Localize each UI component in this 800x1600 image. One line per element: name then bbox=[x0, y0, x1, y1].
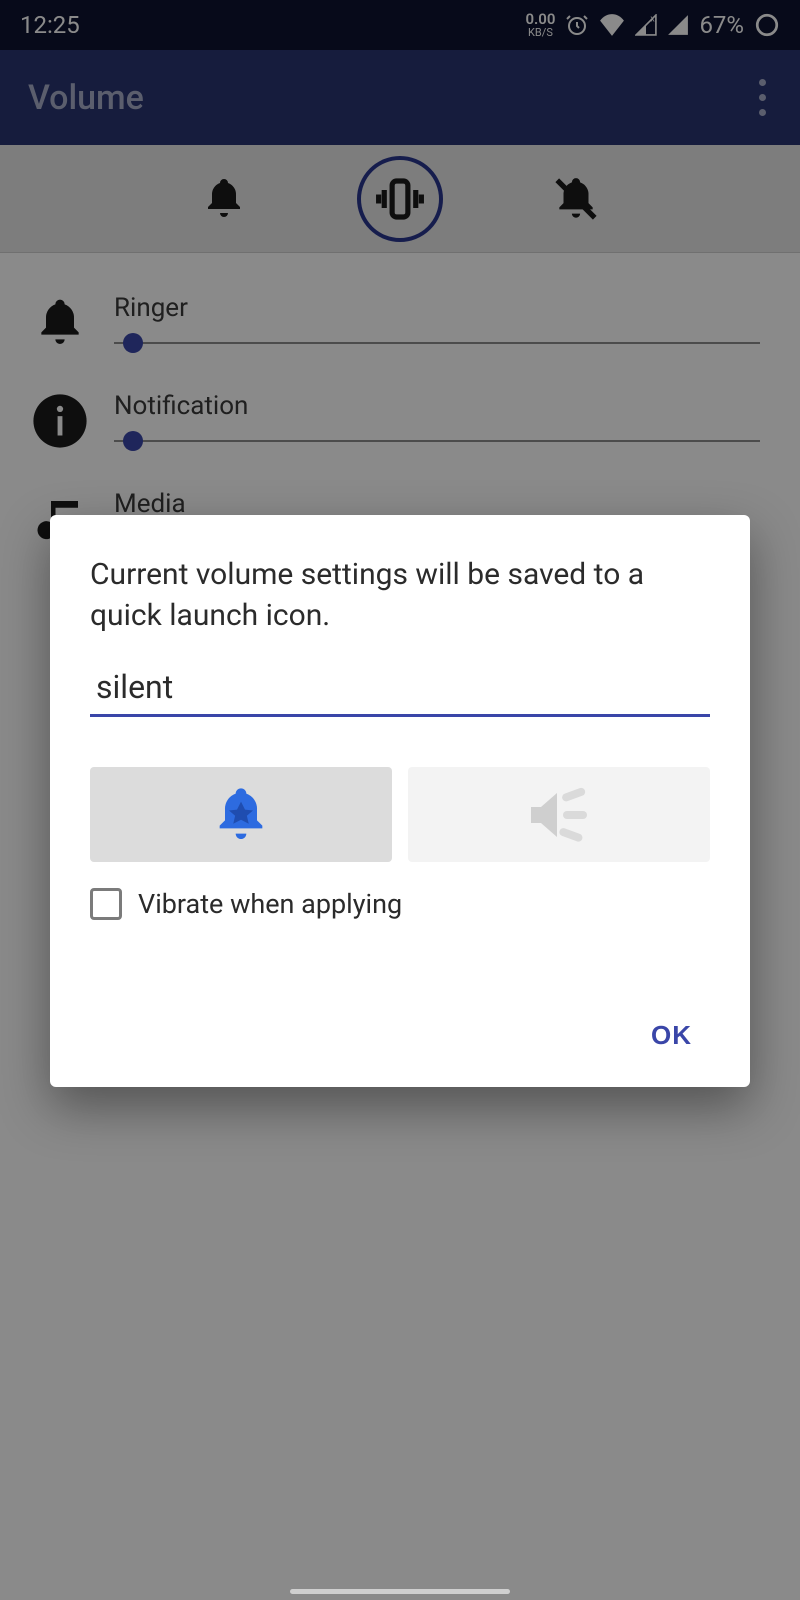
dialog-message: Current volume settings will be saved to… bbox=[90, 555, 710, 636]
nav-handle[interactable] bbox=[290, 1589, 510, 1594]
bell-star-icon bbox=[209, 783, 273, 847]
save-preset-dialog: Current volume settings will be saved to… bbox=[50, 515, 750, 1087]
vibrate-checkbox-label: Vibrate when applying bbox=[138, 888, 402, 920]
speaker-muted-icon bbox=[523, 786, 595, 844]
icon-option-bell[interactable] bbox=[90, 767, 392, 862]
icon-select-row bbox=[90, 767, 710, 862]
dialog-actions: OK bbox=[90, 1010, 710, 1061]
icon-option-speaker[interactable] bbox=[408, 767, 710, 862]
vibrate-checkbox-row[interactable]: Vibrate when applying bbox=[90, 888, 710, 920]
checkbox-icon bbox=[90, 888, 122, 920]
ok-button[interactable]: OK bbox=[633, 1010, 710, 1061]
preset-name-input[interactable] bbox=[90, 664, 710, 717]
